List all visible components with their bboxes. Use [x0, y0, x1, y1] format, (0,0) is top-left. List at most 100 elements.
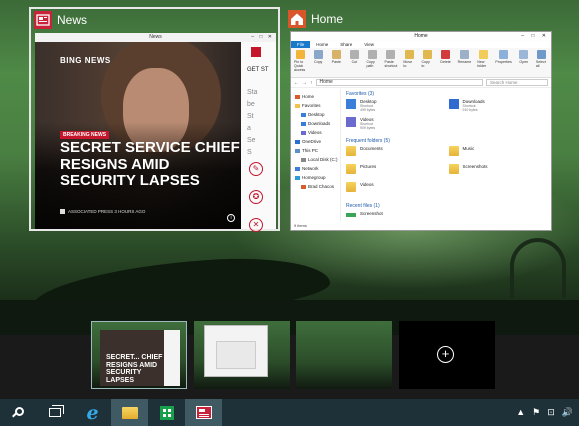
nav-item[interactable]: Local Disk (C:)	[291, 155, 340, 164]
news-window[interactable]: News – □ ✕ BING NEWS BREAKING NEWS SECRE…	[35, 33, 276, 232]
task-view-news-card[interactable]: News News – □ ✕ BING NEWS BREAKING NEWS …	[29, 7, 280, 232]
favorite-item[interactable]: Downloads Shortcut 910 bytes	[448, 99, 552, 115]
virtual-desktop-2[interactable]	[194, 321, 290, 389]
frequent-folders-heading[interactable]: Frequent folders (5)	[346, 138, 551, 144]
back-arrow-icon[interactable]: ←	[294, 80, 299, 86]
edit-icon[interactable]: ✎	[249, 162, 263, 176]
ribbon-button[interactable]: Delete	[440, 50, 452, 75]
news-app-button[interactable]	[185, 399, 222, 426]
internet-explorer-button[interactable]: e	[74, 399, 111, 426]
task-view-button[interactable]	[37, 399, 74, 426]
remove-icon[interactable]: ✕	[249, 218, 263, 232]
info-icon[interactable]: i	[227, 214, 235, 222]
frequent-folder-item[interactable]: Documents	[346, 146, 449, 162]
ribbon-button[interactable]: Rename	[458, 50, 471, 75]
folder-icon	[346, 146, 356, 156]
news-window-title: News	[149, 34, 162, 40]
nav-item[interactable]: Network	[291, 164, 340, 173]
nav-item[interactable]: Homegroup	[291, 173, 340, 182]
nav-item[interactable]: Videos	[291, 128, 340, 137]
ribbon-button-label: Move to	[403, 60, 413, 68]
news-source: ASSOCIATED PRESS 3 HOURS AGO	[68, 209, 146, 214]
nav-item-icon	[301, 184, 306, 189]
virtual-desktop-1[interactable]: SECRET... CHIEF RESIGNS AMID SECURITY LA…	[91, 321, 187, 389]
favorite-shortcut-icon	[346, 99, 356, 109]
favorite-item[interactable]: Desktop Shortcut 499 bytes	[346, 99, 449, 115]
nav-item[interactable]: Downloads	[291, 119, 340, 128]
favorite-item-meta2: 909 bytes	[360, 126, 376, 131]
add-desktop-button[interactable]: +	[399, 321, 495, 389]
ribbon-button[interactable]: Pin to Quick access	[294, 50, 306, 75]
show-hidden-icons-icon[interactable]: ▲	[516, 408, 525, 417]
store-button[interactable]	[148, 399, 185, 426]
ribbon-button-label: Paste shortcut	[384, 60, 398, 68]
ribbon-button[interactable]: Properties	[495, 50, 512, 75]
address-field[interactable]: Home	[315, 79, 483, 86]
ribbon-button[interactable]: New folder	[477, 50, 489, 75]
frequent-folder-item[interactable]: Pictures	[346, 164, 449, 180]
ribbon-button-icon	[519, 50, 529, 59]
nav-item[interactable]: Brad Chacos	[291, 182, 340, 191]
ribbon-button[interactable]: Select all	[536, 50, 548, 75]
action-center-flag-icon[interactable]: ⚑	[532, 408, 540, 417]
nav-item-icon	[295, 166, 300, 171]
frequent-folder-item[interactable]: Music	[448, 146, 552, 162]
tab-view[interactable]: View	[358, 41, 380, 48]
ribbon-button[interactable]: Cut	[348, 50, 360, 75]
favorite-icon[interactable]: ✪	[249, 190, 263, 204]
address-bar: ← → ↑ Home Search Home	[291, 78, 551, 88]
breaking-news-badge: BREAKING NEWS	[60, 131, 110, 139]
task-view-home-card[interactable]: Home Home – □ ✕ File Home Share View Pin…	[286, 9, 554, 233]
virtual-desktop-3[interactable]	[296, 321, 392, 389]
nav-item[interactable]: Favorites	[291, 101, 340, 110]
nav-item-icon	[301, 121, 306, 126]
ribbon-button[interactable]: Copy path	[366, 50, 378, 75]
nav-item-label: Favorites	[302, 103, 321, 108]
ribbon-button[interactable]: Open	[518, 50, 530, 75]
up-arrow-icon[interactable]: ↑	[310, 80, 313, 86]
recent-file-item[interactable]: Screenshot	[346, 211, 551, 220]
add-icon: +	[437, 346, 454, 363]
ribbon-button-label: Pin to Quick access	[294, 60, 306, 72]
ribbon-button[interactable]: Copy to	[421, 50, 433, 75]
nav-item[interactable]: This PC	[291, 146, 340, 155]
news-window-controls[interactable]: – □ ✕	[251, 33, 274, 42]
nav-item-icon	[295, 103, 300, 108]
recent-files-heading[interactable]: Recent files (1)	[346, 203, 551, 209]
file-explorer-window[interactable]: Home – □ ✕ File Home Share View Pin to Q…	[290, 31, 552, 231]
ribbon-button-icon	[459, 50, 469, 59]
forward-arrow-icon[interactable]: →	[302, 80, 307, 86]
volume-icon[interactable]: 🔊	[562, 408, 573, 417]
nav-item-label: Brad Chacos	[308, 184, 335, 189]
file-explorer-button[interactable]	[111, 399, 148, 426]
ribbon-button[interactable]: Copy	[312, 50, 324, 75]
nav-item[interactable]: OneDrive	[291, 137, 340, 146]
network-icon[interactable]: ⊡	[547, 408, 555, 417]
ribbon-button[interactable]: Move to	[403, 50, 415, 75]
news-source-line: ASSOCIATED PRESS 3 HOURS AGO	[60, 209, 146, 215]
favorites-list: Desktop Shortcut 499 bytes Downloads Shortcu…	[346, 99, 551, 133]
nav-item-icon	[295, 139, 300, 144]
explorer-window-controls[interactable]: – □ ✕	[521, 32, 549, 41]
news-hero-image[interactable]: BING NEWS BREAKING NEWS SECRET SERVICE C…	[35, 42, 241, 229]
nav-item[interactable]: Home	[291, 92, 340, 101]
frequent-folder-item[interactable]: Screenshots	[448, 164, 552, 180]
ribbon-button[interactable]: Paste	[330, 50, 342, 75]
search-input[interactable]: Search Home	[486, 79, 548, 86]
ribbon-button-icon	[349, 50, 359, 59]
news-headline[interactable]: SECRET SERVICE CHIEF RESIGNS AMID SECURI…	[60, 139, 240, 190]
folder-icon	[121, 406, 138, 419]
tab-share[interactable]: Share	[334, 41, 358, 48]
ribbon-button[interactable]: Paste shortcut	[384, 50, 398, 75]
side-panel-text: Sta be St a Se S	[247, 89, 258, 156]
folder-icon	[346, 164, 356, 174]
nav-item[interactable]: Desktop	[291, 110, 340, 119]
search-button[interactable]	[0, 399, 37, 426]
tab-home[interactable]: Home	[310, 41, 334, 48]
recent-file-label: Screenshot	[360, 211, 383, 216]
internet-explorer-icon: e	[86, 401, 99, 424]
favorites-group-heading[interactable]: Favorites (3)	[346, 91, 551, 97]
tab-file[interactable]: File	[291, 41, 311, 48]
frequent-folder-item[interactable]: Videos	[346, 182, 449, 198]
favorite-item[interactable]: Videos Shortcut 909 bytes	[346, 117, 449, 133]
